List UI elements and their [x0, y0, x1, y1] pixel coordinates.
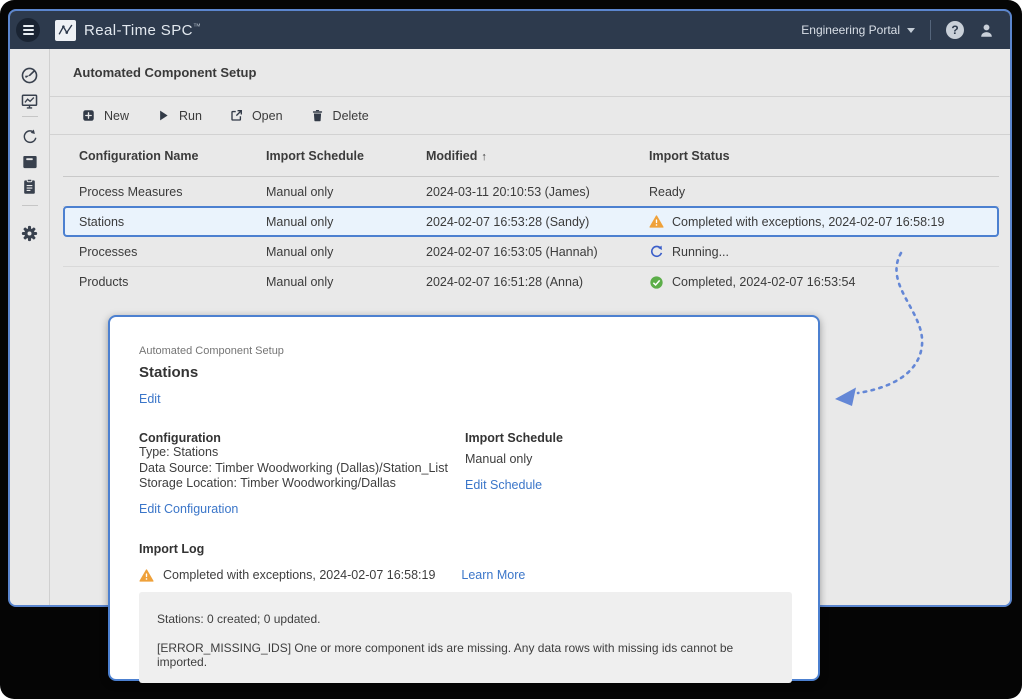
archive-box-icon[interactable]: [20, 151, 40, 171]
cell-configuration-name: Products: [79, 275, 266, 289]
open-button-label: Open: [252, 109, 283, 123]
import-log-status-text: Completed with exceptions, 2024-02-07 16…: [163, 568, 435, 582]
sidebar-divider: [22, 116, 38, 117]
dashboard-gauge-icon[interactable]: [20, 65, 40, 85]
log-line: [ERROR_MISSING_IDS] One or more componen…: [157, 641, 774, 669]
import-schedule-heading: Import Schedule: [465, 431, 563, 445]
edit-schedule-link[interactable]: Edit Schedule: [465, 478, 542, 492]
app-logo-icon: [55, 20, 76, 41]
configuration-section: Configuration Type: Stations Data Source…: [139, 431, 465, 518]
settings-gear-icon[interactable]: [20, 223, 40, 243]
delete-button[interactable]: Delete: [310, 108, 369, 123]
cell-modified: 2024-02-07 16:53:05 (Hannah): [426, 245, 649, 259]
clipboard-icon[interactable]: [20, 176, 40, 196]
toolbar: New Run: [50, 97, 1010, 135]
table-header-row: Configuration Name Import Schedule Modif…: [63, 135, 999, 177]
status-text: Completed, 2024-02-07 16:53:54: [672, 275, 855, 289]
screenshot-frame: Real-Time SPC™ Engineering Portal ?: [0, 0, 1022, 699]
portal-selector-label: Engineering Portal: [801, 23, 900, 37]
configuration-type: Type: Stations: [139, 445, 465, 461]
column-header-import-status[interactable]: Import Status: [649, 149, 999, 163]
open-external-icon: [229, 108, 244, 123]
chart-monitor-icon[interactable]: [20, 91, 40, 111]
app-title: Real-Time SPC™: [84, 22, 201, 39]
configuration-heading: Configuration: [139, 431, 465, 445]
success-check-icon: [649, 275, 664, 290]
warning-icon: [139, 568, 154, 583]
detail-title: Stations: [139, 364, 788, 381]
chevron-down-icon: [907, 28, 915, 33]
page-header: Automated Component Setup: [50, 49, 1010, 97]
menu-icon[interactable]: [16, 18, 40, 42]
edit-configuration-link[interactable]: Edit Configuration: [139, 502, 238, 516]
cell-configuration-name: Process Measures: [79, 185, 266, 199]
status-text: Ready: [649, 185, 685, 199]
help-icon[interactable]: ?: [946, 21, 964, 39]
new-button-label: New: [104, 109, 129, 123]
log-line: Stations: 0 created; 0 updated.: [157, 612, 774, 626]
configuration-data-source: Data Source: Timber Woodworking (Dallas)…: [139, 461, 465, 477]
new-plus-icon: [81, 108, 96, 123]
open-button[interactable]: Open: [229, 108, 283, 123]
cell-import-status: Running...: [649, 244, 999, 259]
learn-more-link[interactable]: Learn More: [461, 568, 525, 582]
column-header-configuration-name[interactable]: Configuration Name: [79, 149, 266, 163]
table-row[interactable]: Products Manual only 2024-02-07 16:51:28…: [63, 267, 999, 297]
run-play-icon: [156, 108, 171, 123]
import-schedule-value: Manual only: [465, 452, 563, 468]
cell-import-schedule: Manual only: [266, 245, 426, 259]
column-header-modified[interactable]: Modified↑: [426, 149, 649, 163]
detail-breadcrumb: Automated Component Setup: [139, 345, 788, 357]
import-schedule-section: Import Schedule Manual only Edit Schedul…: [465, 431, 563, 518]
cell-import-schedule: Manual only: [266, 275, 426, 289]
configuration-storage-location: Storage Location: Timber Woodworking/Dal…: [139, 476, 465, 492]
import-log-output: Stations: 0 created; 0 updated. [ERROR_M…: [139, 592, 792, 683]
delete-button-label: Delete: [333, 109, 369, 123]
detail-panel: Automated Component Setup Stations Edit …: [108, 315, 820, 681]
status-text: Running...: [672, 245, 729, 259]
sidebar-divider: [22, 205, 38, 206]
new-button[interactable]: New: [81, 108, 129, 123]
running-refresh-icon: [649, 244, 664, 259]
delete-trash-icon: [310, 108, 325, 123]
cell-import-status: Completed with exceptions, 2024-02-07 16…: [649, 214, 997, 229]
edit-link[interactable]: Edit: [139, 392, 161, 406]
cell-import-status: Ready: [649, 185, 999, 199]
sort-ascending-icon: ↑: [481, 151, 487, 163]
column-header-import-schedule[interactable]: Import Schedule: [266, 149, 426, 163]
configurations-table: Configuration Name Import Schedule Modif…: [63, 135, 999, 297]
import-log-status: Completed with exceptions, 2024-02-07 16…: [139, 568, 788, 583]
portal-selector[interactable]: Engineering Portal: [801, 23, 915, 37]
status-text: Completed with exceptions, 2024-02-07 16…: [672, 215, 944, 229]
cell-modified: 2024-03-11 20:10:53 (James): [426, 185, 649, 199]
run-button-label: Run: [179, 109, 202, 123]
cell-modified: 2024-02-07 16:51:28 (Anna): [426, 275, 649, 289]
run-button[interactable]: Run: [156, 108, 202, 123]
page-title: Automated Component Setup: [73, 65, 256, 80]
top-bar: Real-Time SPC™ Engineering Portal ?: [10, 11, 1010, 49]
topbar-divider: [930, 20, 931, 40]
cell-modified: 2024-02-07 16:53:28 (Sandy): [426, 215, 649, 229]
user-icon[interactable]: [977, 21, 996, 40]
table-row[interactable]: Processes Manual only 2024-02-07 16:53:0…: [63, 237, 999, 267]
import-log-heading: Import Log: [139, 542, 788, 556]
cell-configuration-name: Stations: [79, 215, 266, 229]
table-row[interactable]: Process Measures Manual only 2024-03-11 …: [63, 177, 999, 207]
sync-icon[interactable]: [20, 127, 40, 147]
cell-configuration-name: Processes: [79, 245, 266, 259]
table-row-selected[interactable]: Stations Manual only 2024-02-07 16:53:28…: [63, 206, 999, 237]
cell-import-schedule: Manual only: [266, 185, 426, 199]
cell-import-status: Completed, 2024-02-07 16:53:54: [649, 275, 999, 290]
left-sidebar: [10, 49, 50, 605]
warning-icon: [649, 214, 664, 229]
trademark: ™: [193, 22, 201, 31]
cell-import-schedule: Manual only: [266, 215, 426, 229]
